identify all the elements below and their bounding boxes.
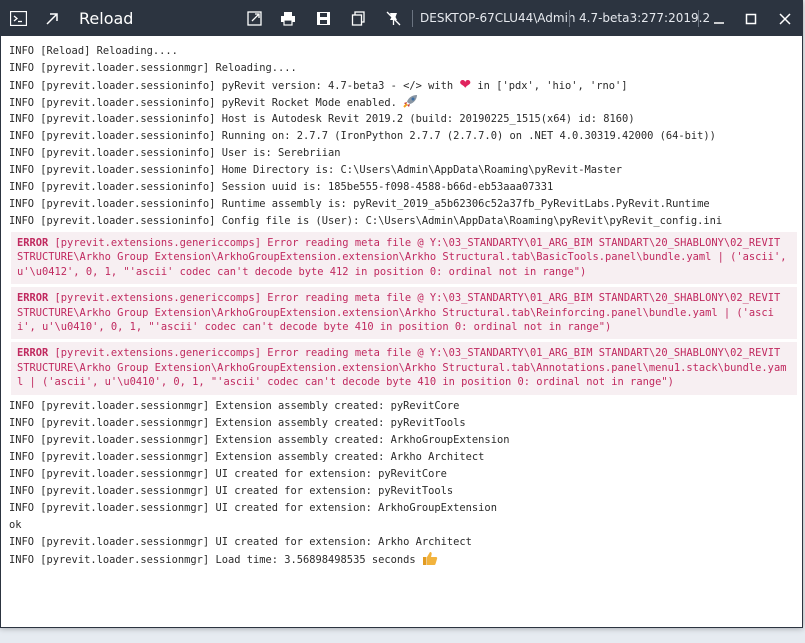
- close-icon[interactable]: [770, 1, 800, 36]
- log-console[interactable]: INFO [Reload] Reloading.... INFO [pyrevi…: [9, 43, 797, 623]
- log-line-text: INFO [pyrevit.loader.sessioninfo] pyRevi…: [9, 97, 397, 109]
- log-line: INFO [pyrevit.loader.sessionmgr] UI crea…: [9, 484, 454, 497]
- log-line: INFO [pyrevit.loader.sessionmgr] Load ti…: [9, 551, 797, 568]
- log-line: INFO [pyrevit.loader.sessionmgr] Extensi…: [9, 433, 510, 446]
- error-block: ERROR [pyrevit.extensions.genericcomps] …: [11, 232, 797, 285]
- log-line: INFO [pyrevit.loader.sessionmgr] UI crea…: [9, 535, 472, 548]
- log-line: INFO [Reload] Reloading....: [9, 45, 178, 57]
- pin-arrow-icon[interactable]: [37, 1, 67, 36]
- log-line: INFO [pyrevit.loader.sessioninfo] Runnin…: [9, 130, 716, 142]
- log-line: INFO [pyrevit.loader.sessioninfo] pyRevi…: [9, 94, 797, 111]
- log-line: INFO [pyrevit.loader.sessionmgr] Extensi…: [9, 399, 460, 412]
- maximize-icon[interactable]: [736, 1, 766, 36]
- heart-icon: ❤: [459, 77, 472, 93]
- error-label: ERROR: [17, 237, 49, 249]
- error-label: ERROR: [17, 292, 49, 305]
- title-separator: [412, 10, 413, 27]
- error-text: [pyrevit.extensions.genericcomps] Error …: [17, 347, 787, 389]
- log-line: INFO [pyrevit.loader.sessioninfo] Home D…: [9, 164, 623, 176]
- print-icon[interactable]: [273, 1, 303, 36]
- log-line: INFO [pyrevit.loader.sessionmgr] Reloadi…: [9, 62, 297, 74]
- log-line: INFO [pyrevit.loader.sessionmgr] Extensi…: [9, 450, 485, 463]
- log-line-text: INFO [pyrevit.loader.sessioninfo] pyRevi…: [9, 80, 454, 92]
- copy-icon[interactable]: [343, 1, 373, 36]
- log-line: INFO [pyrevit.loader.sessionmgr] Extensi…: [9, 416, 466, 429]
- log-line: INFO [pyrevit.loader.sessioninfo] Sessio…: [9, 181, 554, 193]
- log-line-suffix: in ['pdx', 'hio', 'rno']: [477, 80, 628, 92]
- error-label: ERROR: [17, 347, 49, 360]
- log-line-text: INFO [pyrevit.loader.sessionmgr] Load ti…: [9, 553, 416, 566]
- save-icon[interactable]: [308, 1, 338, 36]
- background-app-bottom: [0, 628, 805, 643]
- log-line: INFO [pyrevit.loader.sessioninfo] Host i…: [9, 113, 635, 125]
- log-line: INFO [pyrevit.loader.sessioninfo] User i…: [9, 147, 341, 159]
- output-window: Reload DESKTOP-67CLU44\Admin 4.7-beta3:2…: [0, 0, 803, 628]
- open-external-icon[interactable]: [239, 1, 269, 36]
- machine-label: DESKTOP-67CLU44\Admin: [420, 11, 576, 25]
- error-text: [pyrevit.extensions.genericcomps] Error …: [17, 237, 787, 278]
- log-line: INFO [pyrevit.loader.sessioninfo] pyRevi…: [9, 77, 797, 94]
- console-icon[interactable]: [3, 1, 33, 36]
- thumbs-up-icon: [422, 551, 438, 567]
- log-line: ok: [9, 518, 22, 531]
- log-line: INFO [pyrevit.loader.sessioninfo] Runtim…: [9, 198, 710, 210]
- version-label: 4.7-beta3:277:2019.2: [579, 11, 711, 25]
- error-text: [pyrevit.extensions.genericcomps] Error …: [17, 292, 781, 334]
- title-separator: [569, 10, 570, 27]
- title-separator: [698, 10, 699, 27]
- error-block: ERROR [pyrevit.extensions.genericcomps] …: [11, 342, 797, 395]
- minimize-icon[interactable]: [704, 1, 734, 36]
- rocket-icon: [403, 95, 419, 110]
- window-title: Reload: [79, 9, 134, 28]
- title-bar[interactable]: Reload DESKTOP-67CLU44\Admin 4.7-beta3:2…: [1, 1, 802, 36]
- error-block: ERROR [pyrevit.extensions.genericcomps] …: [11, 287, 797, 340]
- unpin-icon[interactable]: [378, 1, 408, 36]
- log-line: INFO [pyrevit.loader.sessionmgr] UI crea…: [9, 467, 447, 480]
- log-line: INFO [pyrevit.loader.sessioninfo] Config…: [9, 215, 723, 227]
- log-line: INFO [pyrevit.loader.sessionmgr] UI crea…: [9, 501, 497, 514]
